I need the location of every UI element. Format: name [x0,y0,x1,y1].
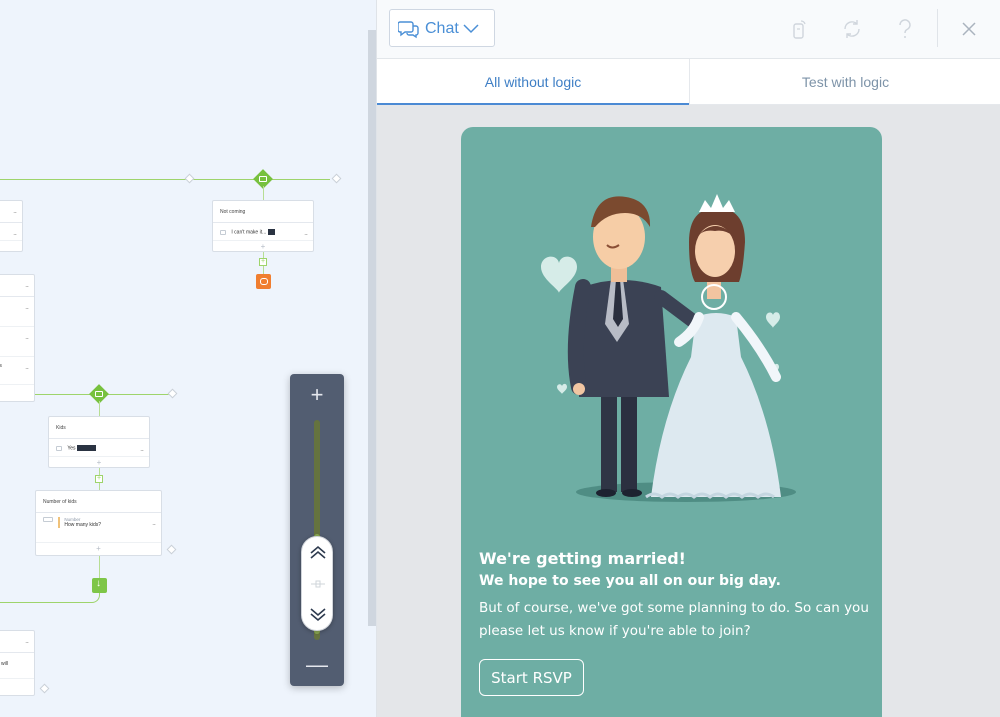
refresh-icon[interactable] [840,17,864,41]
flow-node-partial[interactable]: ... will [0,630,35,696]
add-branch-icon[interactable] [331,173,342,184]
chat-mode-label: Chat [425,20,459,37]
add-step-icon[interactable]: + [95,475,103,483]
tab-all-without-logic[interactable]: All without logic [377,59,689,105]
help-icon[interactable] [893,17,917,41]
close-icon[interactable] [957,17,981,41]
end-chat-icon[interactable] [256,274,271,289]
zoom-out-button[interactable]: — [290,652,344,678]
add-branch-icon[interactable] [39,683,50,694]
chat-bubbles-icon [398,21,419,39]
node-question: How many kids? [64,522,102,528]
grip-icon [311,580,325,588]
connector-line [99,556,100,578]
chevron-down-icon [463,24,479,34]
node-title: Not coming [213,201,313,223]
node-row-text: I can't make it... [231,229,267,236]
flow-canvas[interactable]: ... ... Not coming I can't make it... ..… [0,0,376,717]
number-field-icon [43,517,53,523]
node-row-text: Yes [67,445,76,452]
canvas-scrollbar[interactable] [368,30,376,626]
add-branch-icon[interactable] [166,544,177,555]
flow-node-partial[interactable]: ... ... ... kids... [0,274,35,402]
node-title: Kids [49,417,149,439]
card-heading: We're getting married! [479,549,686,568]
node-title: Number of kids [36,491,161,513]
connector-line [0,593,100,603]
chevron-down-icon [310,608,326,622]
tag-badge [267,229,275,235]
flow-node-not-coming[interactable]: Not coming I can't make it... ... + [212,200,314,252]
tab-test-with-logic[interactable]: Test with logic [689,59,1000,105]
zoom-in-button[interactable]: + [290,382,344,408]
response-icon [56,445,62,451]
flow-node-number-of-kids[interactable]: Number of kids Number How many kids? ...… [35,490,162,556]
connector-line [263,186,264,200]
test-device-icon[interactable] [787,17,811,41]
zoom-control: + — [290,374,344,686]
response-icon [220,229,226,235]
zoom-slider-handle[interactable] [301,536,333,631]
toolbar-divider [937,9,938,47]
node-row-text: will [1,661,8,667]
add-branch-icon[interactable] [167,388,178,399]
start-rsvp-button[interactable]: Start RSVP [479,659,584,696]
preview-panel: Chat All without logic Test with logic W… [376,0,1000,717]
preview-tabs: All without logic Test with logic [377,59,1000,105]
flow-node-partial[interactable]: ... ... [0,200,23,252]
card-body-text: But of course, we've got some planning t… [479,600,869,639]
preview-toolbar: Chat [377,0,1000,59]
chat-welcome-card: We're getting married! We hope to see yo… [461,127,882,717]
chevron-up-icon [310,545,326,559]
chat-mode-select[interactable]: Chat [389,9,495,47]
flow-node-kids[interactable]: Kids Yes ... + [48,416,150,468]
connector-line [0,179,330,180]
node-row-text: kids [0,363,2,369]
jump-step-icon[interactable] [92,578,107,593]
add-branch-icon[interactable] [184,173,195,184]
card-subheading: We hope to see you all on our big day. [479,573,781,589]
connector-line [99,401,100,417]
add-row-icon[interactable]: + [36,543,161,555]
wedding-couple-illustration [541,194,796,502]
add-step-icon[interactable]: + [259,258,267,266]
tag-badge [76,445,97,451]
